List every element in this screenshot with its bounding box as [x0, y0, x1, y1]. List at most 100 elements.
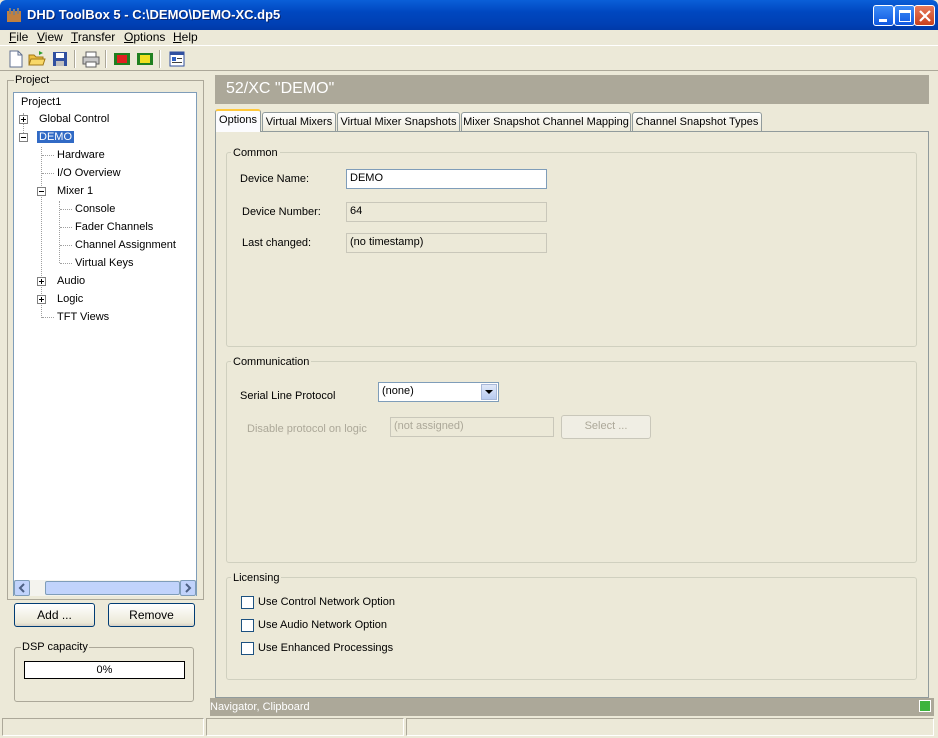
device-name-field[interactable]: DEMO	[346, 169, 547, 189]
transfer-red-icon[interactable]	[113, 50, 131, 68]
tree-line	[60, 263, 72, 264]
tree-line	[42, 317, 54, 318]
status-indicator-icon	[919, 700, 931, 712]
transfer-yellow-icon[interactable]	[136, 50, 154, 68]
project-label: Project	[14, 74, 51, 86]
tree-line	[59, 201, 60, 263]
title-bar: DHD ToolBox 5 - C:\DEMO\DEMO-XC.dp5	[0, 0, 938, 30]
tab-virtual-mixer-snapshots[interactable]: Virtual Mixer Snapshots	[337, 112, 460, 131]
serial-line-protocol-select[interactable]: (none)	[378, 382, 499, 402]
scroll-left-button[interactable]	[14, 580, 30, 596]
close-button[interactable]	[914, 5, 935, 26]
menu-help[interactable]: Help	[173, 30, 198, 44]
tree-item-virtual-keys[interactable]: Virtual Keys	[75, 257, 134, 269]
minimize-icon	[879, 19, 887, 22]
audio-network-label: Use Audio Network Option	[258, 619, 388, 631]
project-tree[interactable]: Project1 Global Control DEMO Hardware I/…	[13, 92, 197, 596]
expand-icon[interactable]	[19, 115, 28, 124]
dsp-capacity-label: DSP capacity	[21, 641, 89, 653]
tree-item-channel-assignment[interactable]: Channel Assignment	[75, 239, 176, 251]
dropdown-button[interactable]	[481, 384, 497, 400]
licensing-group-label: Licensing	[231, 572, 282, 584]
serial-line-protocol-label: Serial Line Protocol	[240, 390, 336, 402]
tree-item-fader-channels[interactable]: Fader Channels	[75, 221, 153, 233]
tree-item-console[interactable]: Console	[75, 203, 115, 215]
maximize-button[interactable]	[894, 5, 915, 26]
chevron-down-icon	[485, 390, 493, 394]
expand-icon[interactable]	[37, 295, 46, 304]
open-folder-icon[interactable]	[28, 50, 46, 68]
tree-item-hardware[interactable]: Hardware	[57, 149, 105, 161]
scroll-right-button[interactable]	[180, 580, 196, 596]
window-title: DHD ToolBox 5 - C:\DEMO\DEMO-XC.dp5	[27, 7, 281, 22]
status-panel	[406, 718, 934, 736]
toolbar	[0, 45, 938, 71]
tab-channel-snapshot-types[interactable]: Channel Snapshot Types	[632, 112, 762, 131]
tree-item-audio[interactable]: Audio	[57, 275, 85, 287]
tree-item-demo[interactable]: DEMO	[37, 131, 74, 143]
status-panel	[2, 718, 204, 736]
common-group-label: Common	[231, 147, 280, 159]
navigator-label: Navigator, Clipboard	[210, 701, 310, 713]
status-bar	[0, 716, 938, 738]
collapse-icon[interactable]	[19, 133, 28, 142]
device-number-field: 64	[346, 202, 547, 222]
tree-line	[60, 245, 72, 246]
tab-virtual-mixers[interactable]: Virtual Mixers	[262, 112, 336, 131]
tree-horizontal-scrollbar[interactable]	[14, 580, 196, 596]
disable-protocol-field: (not assigned)	[390, 417, 554, 437]
tree-item-global-control[interactable]: Global Control	[39, 113, 109, 125]
remove-button[interactable]: Remove	[108, 603, 195, 627]
control-network-label: Use Control Network Option	[258, 596, 395, 608]
serial-line-protocol-value: (none)	[382, 385, 414, 397]
disable-protocol-label: Disable protocol on logic	[247, 423, 367, 435]
tree-line	[60, 209, 72, 210]
expand-icon[interactable]	[37, 277, 46, 286]
tree-item-logic[interactable]: Logic	[57, 293, 83, 305]
collapse-icon[interactable]	[37, 187, 46, 196]
audio-network-checkbox[interactable]	[241, 619, 254, 632]
tab-options[interactable]: Options	[215, 109, 261, 132]
tree-item-io-overview[interactable]: I/O Overview	[57, 167, 121, 179]
toolbar-separator	[74, 50, 76, 68]
status-panel	[206, 718, 404, 736]
common-group	[226, 152, 917, 347]
tree-item-tft-views[interactable]: TFT Views	[57, 311, 109, 323]
save-icon[interactable]	[51, 50, 69, 68]
tree-line	[42, 173, 54, 174]
toolbar-separator	[159, 50, 161, 68]
select-logic-button[interactable]: Select ...	[561, 415, 651, 439]
tab-mixer-snapshot-channel-mapping[interactable]: Mixer Snapshot Channel Mapping	[461, 112, 631, 131]
app-icon	[7, 8, 21, 22]
last-changed-field: (no timestamp)	[346, 233, 547, 253]
toolbar-separator	[105, 50, 107, 68]
menu-bar: File View Transfer Options Help	[0, 30, 938, 45]
control-network-checkbox[interactable]	[241, 596, 254, 609]
device-header-title: 52/XC "DEMO"	[226, 80, 335, 97]
enhanced-processings-checkbox[interactable]	[241, 642, 254, 655]
last-changed-label: Last changed:	[242, 237, 312, 249]
tree-line	[60, 227, 72, 228]
properties-icon[interactable]	[168, 50, 186, 68]
enhanced-processings-label: Use Enhanced Processings	[258, 642, 394, 654]
device-name-label: Device Name:	[240, 173, 310, 185]
scrollbar-thumb[interactable]	[45, 581, 180, 595]
menu-transfer[interactable]: Transfer	[71, 30, 115, 44]
tree-item-mixer1[interactable]: Mixer 1	[57, 185, 93, 197]
maximize-icon	[899, 10, 911, 22]
chevron-left-icon	[18, 583, 25, 593]
menu-view[interactable]: View	[37, 30, 63, 44]
navigator-bar[interactable]	[210, 698, 934, 716]
minimize-button[interactable]	[873, 5, 894, 26]
close-icon	[919, 10, 931, 22]
add-button[interactable]: Add ...	[14, 603, 95, 627]
new-file-icon[interactable]	[7, 50, 25, 68]
menu-file[interactable]: File	[9, 30, 28, 44]
device-number-label: Device Number:	[242, 206, 321, 218]
print-icon[interactable]	[82, 50, 100, 68]
dsp-capacity-progress: 0%	[24, 661, 185, 679]
tree-line	[42, 155, 54, 156]
tree-item-project1[interactable]: Project1	[21, 96, 61, 108]
menu-options[interactable]: Options	[124, 30, 165, 44]
communication-group-label: Communication	[231, 356, 312, 368]
